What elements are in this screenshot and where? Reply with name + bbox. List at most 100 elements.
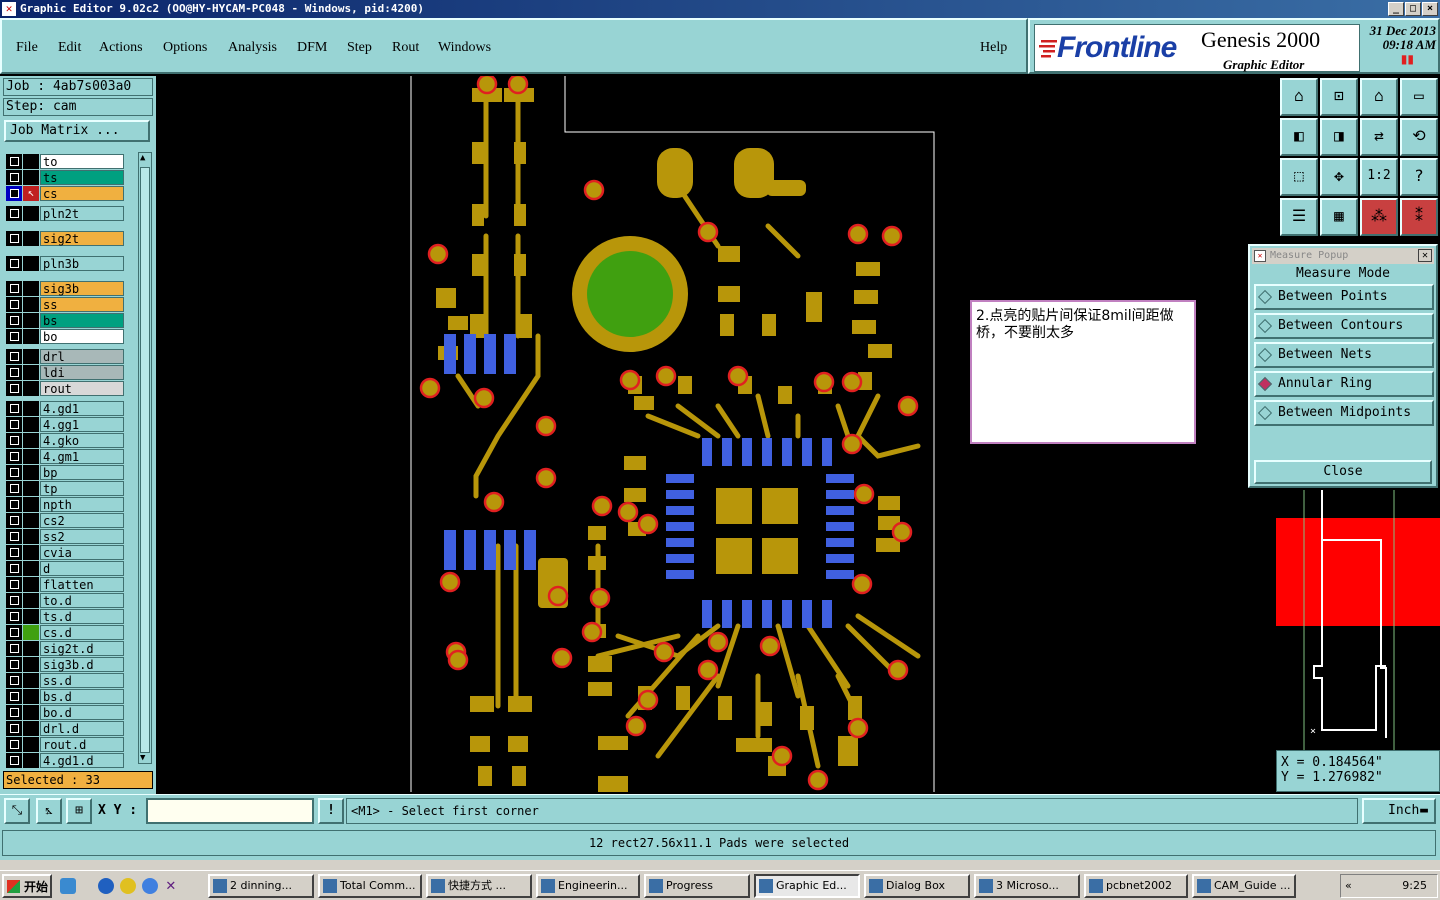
layer-scrollbar[interactable]: ▲ ▼ xyxy=(138,152,152,764)
taskbar-item[interactable]: Progress xyxy=(644,874,750,898)
layer-row[interactable]: rout xyxy=(4,381,126,396)
measure-close-button[interactable]: Close xyxy=(1254,460,1432,484)
menu-options[interactable]: Options xyxy=(163,40,207,56)
layer-affected-toggle[interactable] xyxy=(23,417,39,432)
layer-affected-toggle[interactable] xyxy=(23,545,39,560)
layer-row[interactable]: drl.d xyxy=(4,721,126,736)
layer-checkbox[interactable] xyxy=(6,545,22,560)
taskbar-item[interactable]: 快捷方式 ... xyxy=(426,874,532,898)
menu-actions[interactable]: Actions xyxy=(99,40,143,56)
layer-row[interactable]: sig3b xyxy=(4,281,126,296)
layer-affected-toggle[interactable] xyxy=(23,577,39,592)
layer-row[interactable]: sig2t xyxy=(4,231,126,246)
layer-affected-toggle[interactable] xyxy=(23,154,39,169)
zoom-in-icon[interactable]: ⊡ xyxy=(1320,78,1358,116)
ie-icon[interactable] xyxy=(98,878,114,894)
work-layer-arrow-icon[interactable]: ↖ xyxy=(23,186,39,201)
layer-checkbox[interactable] xyxy=(6,609,22,624)
menu-analysis[interactable]: Analysis xyxy=(228,40,277,56)
layer-row[interactable]: 4.gd1 xyxy=(4,401,126,416)
menu-step[interactable]: Step xyxy=(347,40,372,56)
layer-affected-toggle[interactable] xyxy=(23,609,39,624)
mirror-icon[interactable]: ⇄ xyxy=(1360,118,1398,156)
measure-close-icon[interactable]: ✕ xyxy=(1418,249,1432,262)
layer-row[interactable]: 4.gm1 xyxy=(4,449,126,464)
layer-affected-toggle[interactable] xyxy=(23,329,39,344)
measure-option-between-nets[interactable]: Between Nets xyxy=(1254,342,1434,368)
layer-affected-toggle[interactable] xyxy=(23,381,39,396)
redraw-icon[interactable]: ⟲ xyxy=(1400,118,1438,156)
layer-row[interactable]: ts xyxy=(4,170,126,185)
layer-checkbox[interactable] xyxy=(6,657,22,672)
layer-affected-toggle[interactable] xyxy=(23,753,39,768)
layer-row[interactable]: bo xyxy=(4,329,126,344)
layer-affected-toggle[interactable] xyxy=(23,641,39,656)
layer-checkbox[interactable] xyxy=(6,721,22,736)
layer-affected-toggle[interactable] xyxy=(23,737,39,752)
snap-corner-icon[interactable]: ⤡ xyxy=(4,798,30,824)
layer-checkbox[interactable] xyxy=(6,625,22,640)
taskbar-item[interactable]: Dialog Box xyxy=(864,874,970,898)
taskbar-item[interactable]: CAM_Guide ... xyxy=(1192,874,1296,898)
layer-checkbox[interactable] xyxy=(6,154,22,169)
layer-row[interactable]: bs.d xyxy=(4,689,126,704)
home-icon[interactable]: ⌂ xyxy=(1360,78,1398,116)
layer-checkbox[interactable] xyxy=(6,365,22,380)
layer-checkbox[interactable] xyxy=(6,753,22,768)
layer-row[interactable]: 4.gko xyxy=(4,433,126,448)
layer-affected-toggle[interactable] xyxy=(23,561,39,576)
minimize-button[interactable]: _ xyxy=(1388,2,1404,16)
layer-checkbox[interactable] xyxy=(6,577,22,592)
menu-edit[interactable]: Edit xyxy=(58,40,81,56)
layer-checkbox[interactable] xyxy=(6,641,22,656)
layer-row[interactable]: cs2 xyxy=(4,513,126,528)
layer-row[interactable]: to xyxy=(4,154,126,169)
layer-affected-toggle[interactable] xyxy=(23,625,39,640)
layer-affected-toggle[interactable] xyxy=(23,689,39,704)
layer-checkbox[interactable] xyxy=(6,349,22,364)
layer-row[interactable]: sig2t.d xyxy=(4,641,126,656)
layer-checkbox[interactable] xyxy=(6,705,22,720)
layer-checkbox[interactable] xyxy=(6,561,22,576)
layer-affected-toggle[interactable] xyxy=(23,465,39,480)
layer-row[interactable]: ss xyxy=(4,297,126,312)
scale-1-2-icon[interactable]: 1:2 xyxy=(1360,158,1398,196)
layer-checkbox[interactable] xyxy=(6,465,22,480)
measure-option-between-points[interactable]: Between Points xyxy=(1254,284,1434,310)
pan-left-icon[interactable]: ◧ xyxy=(1280,118,1318,156)
measure-option-between-contours[interactable]: Between Contours xyxy=(1254,313,1434,339)
layer-checkbox[interactable] xyxy=(6,313,22,328)
layer-row[interactable]: tp xyxy=(4,481,126,496)
measure-option-annular-ring[interactable]: Annular Ring xyxy=(1254,371,1434,397)
layer-checkbox[interactable] xyxy=(6,329,22,344)
center-icon[interactable]: ✥ xyxy=(1320,158,1358,196)
snap-angle-icon[interactable]: ⦩ xyxy=(36,798,62,824)
layer-checkbox[interactable] xyxy=(6,481,22,496)
layer-row[interactable]: ldi xyxy=(4,365,126,380)
layer-row[interactable]: cs.d xyxy=(4,625,126,640)
layer-affected-toggle[interactable] xyxy=(23,170,39,185)
query-icon[interactable]: ? xyxy=(1400,158,1438,196)
snap-icon[interactable]: ⁂ xyxy=(1360,198,1398,236)
unit-selector[interactable]: Inch ▬ xyxy=(1362,798,1436,824)
layer-checkbox[interactable] xyxy=(6,281,22,296)
layer-checkbox[interactable] xyxy=(6,433,22,448)
layer-row[interactable]: cvia xyxy=(4,545,126,560)
layer-checkbox[interactable] xyxy=(6,673,22,688)
layer-row[interactable]: to.d xyxy=(4,593,126,608)
layer-row[interactable]: d xyxy=(4,561,126,576)
layer-checkbox[interactable] xyxy=(6,206,22,221)
view-home-icon[interactable]: ⌂ xyxy=(1280,78,1318,116)
layer-row[interactable]: bo.d xyxy=(4,705,126,720)
layer-affected-toggle[interactable] xyxy=(23,449,39,464)
layer-affected-toggle[interactable] xyxy=(23,705,39,720)
taskbar-item[interactable]: Engineerin... xyxy=(536,874,640,898)
layer-affected-toggle[interactable] xyxy=(23,529,39,544)
layer-checkbox[interactable] xyxy=(6,689,22,704)
layer-row[interactable]: ts.d xyxy=(4,609,126,624)
layer-affected-toggle[interactable] xyxy=(23,349,39,364)
layer-affected-toggle[interactable] xyxy=(23,481,39,496)
menu-rout[interactable]: Rout xyxy=(392,40,419,56)
quicklaunch-icon[interactable] xyxy=(60,878,76,894)
snap-grid-icon[interactable]: ⊞ xyxy=(66,798,92,824)
